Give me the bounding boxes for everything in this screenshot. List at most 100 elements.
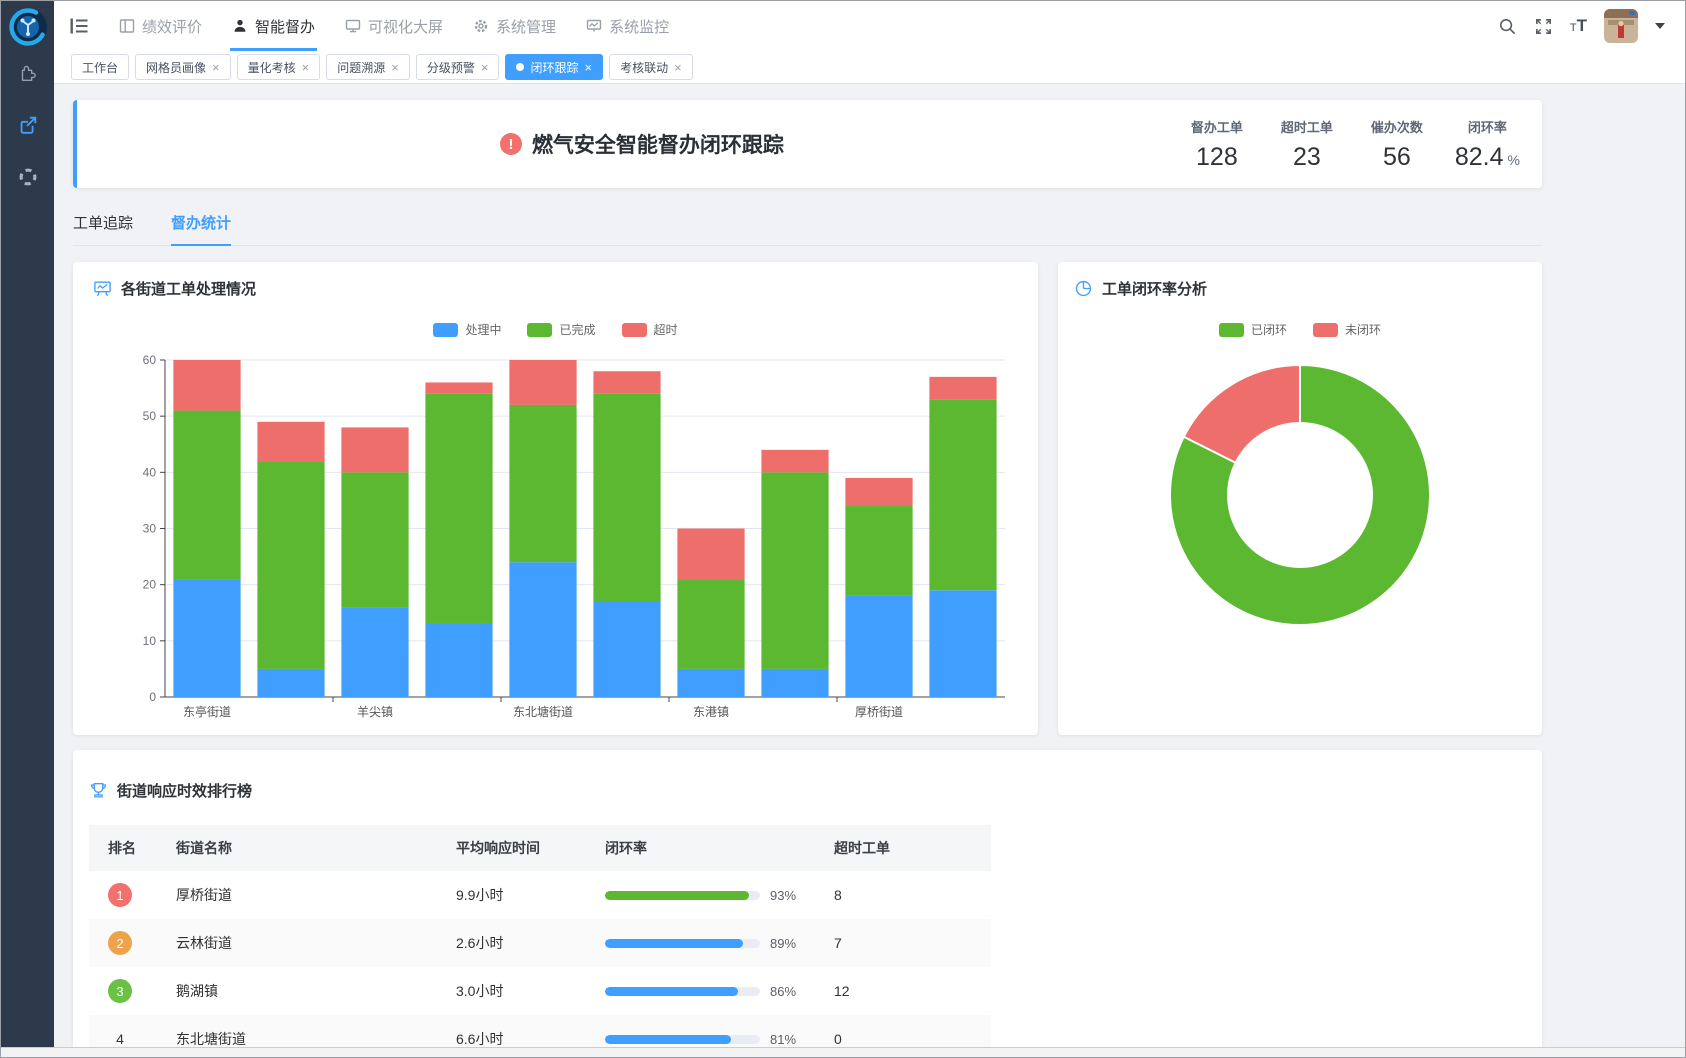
presentation-chart-icon — [93, 279, 112, 298]
rank-badge: 1 — [108, 883, 132, 907]
hamburger-icon — [68, 15, 90, 37]
subtab-work-order-tracking[interactable]: 工单追踪 — [73, 212, 133, 245]
close-icon[interactable]: × — [584, 61, 592, 74]
stat-closure-rate: 闭环率 82.4% — [1455, 117, 1520, 172]
bar-segment[interactable] — [257, 461, 324, 669]
avg-response: 2.6小时 — [437, 919, 586, 967]
donut-chart[interactable] — [1074, 350, 1526, 640]
legend-item[interactable]: 已完成 — [527, 321, 595, 338]
y-axis-label: 30 — [143, 522, 157, 536]
nav-visual-screen[interactable]: 可视化大屏 — [330, 1, 458, 51]
bar-segment[interactable] — [257, 422, 324, 461]
search-button[interactable] — [1498, 17, 1517, 36]
close-icon[interactable]: × — [391, 61, 399, 74]
donut-chart-title: 工单闭环率分析 — [1102, 278, 1207, 299]
bar-segment[interactable] — [425, 382, 492, 393]
app-logo[interactable] — [8, 7, 48, 47]
bar-segment[interactable] — [341, 472, 408, 607]
tab-hierarchical-warning[interactable]: 分级预警 × — [416, 54, 500, 80]
bar-segment[interactable] — [173, 579, 240, 697]
bar-segment[interactable] — [677, 579, 744, 669]
tab-assessment-linkage[interactable]: 考核联动 × — [609, 54, 693, 80]
legend-label: 处理中 — [465, 321, 501, 338]
bar-segment[interactable] — [677, 529, 744, 580]
stat-value: 128 — [1185, 143, 1249, 172]
bar-segment[interactable] — [509, 562, 576, 697]
stat-label: 督办工单 — [1185, 117, 1249, 136]
font-size-button[interactable]: TT — [1570, 17, 1587, 35]
bar-segment[interactable] — [845, 506, 912, 596]
legend-item[interactable]: 已闭环 — [1219, 321, 1287, 338]
legend-swatch — [433, 323, 458, 337]
tab-label: 分级预警 — [427, 59, 475, 76]
sidebar-item-puzzle[interactable] — [1, 47, 54, 99]
user-avatar[interactable] — [1604, 9, 1638, 43]
legend-item[interactable]: 处理中 — [433, 321, 501, 338]
bar-segment[interactable] — [929, 399, 996, 590]
table-row: 2 云林街道 2.6小时 89% 7 — [89, 919, 991, 967]
collapse-menu-button[interactable] — [68, 15, 90, 37]
col-closure-rate: 闭环率 — [586, 825, 815, 871]
bar-segment[interactable] — [509, 405, 576, 562]
overtime-count: 8 — [815, 871, 991, 919]
bar-segment[interactable] — [761, 450, 828, 472]
x-axis-label: 羊尖镇 — [357, 704, 393, 718]
bar-segment[interactable] — [341, 607, 408, 697]
user-icon — [232, 18, 248, 34]
bar-segment[interactable] — [929, 377, 996, 399]
close-icon[interactable]: × — [481, 61, 489, 74]
nav-system-management[interactable]: 系统管理 — [458, 1, 571, 51]
bar-segment[interactable] — [341, 427, 408, 472]
bar-segment[interactable] — [173, 411, 240, 580]
bar-segment[interactable] — [761, 472, 828, 669]
stat-value: 56 — [1365, 143, 1429, 172]
subtab-supervision-statistics[interactable]: 督办统计 — [171, 212, 231, 246]
tab-label: 闭环跟踪 — [530, 59, 578, 76]
progress-label: 81% — [770, 1032, 796, 1047]
sidebar-item-target[interactable] — [1, 151, 54, 203]
close-icon[interactable]: × — [302, 61, 310, 74]
bar-segment[interactable] — [593, 394, 660, 602]
horizontal-scrollbar[interactable] — [1, 1047, 1685, 1057]
x-axis-label: 东北塘街道 — [513, 704, 573, 718]
fullscreen-button[interactable] — [1534, 17, 1553, 36]
alert-icon: ! — [500, 133, 522, 155]
bar-segment[interactable] — [257, 669, 324, 697]
y-axis-label: 10 — [143, 634, 157, 648]
nav-performance-evaluation[interactable]: 绩效评价 — [104, 1, 217, 51]
monitor-chart-icon — [586, 18, 602, 34]
close-icon[interactable]: × — [674, 61, 682, 74]
bar-segment[interactable] — [173, 360, 240, 411]
bar-segment[interactable] — [593, 371, 660, 393]
nav-smart-supervision[interactable]: 智能督办 — [217, 1, 330, 51]
legend-item[interactable]: 未闭环 — [1313, 321, 1381, 338]
bar-segment[interactable] — [425, 394, 492, 624]
progress-track — [605, 1035, 760, 1044]
bar-segment[interactable] — [593, 602, 660, 697]
legend-swatch — [1219, 323, 1244, 337]
bar-segment[interactable] — [845, 478, 912, 506]
sidebar-item-external-link[interactable] — [1, 99, 54, 151]
tab-problem-tracing[interactable]: 问题溯源 × — [326, 54, 410, 80]
bar-segment[interactable] — [761, 669, 828, 697]
stat-unit: % — [1508, 152, 1520, 168]
x-axis-label: 厚桥街道 — [855, 705, 903, 718]
bar-segment[interactable] — [509, 360, 576, 405]
tab-workbench[interactable]: 工作台 — [71, 54, 129, 80]
bar-segment[interactable] — [425, 624, 492, 697]
nav-system-monitor[interactable]: 系统监控 — [571, 1, 684, 51]
tab-grid-member-profile[interactable]: 网格员画像 × — [135, 54, 231, 80]
tab-quantitative-assessment[interactable]: 量化考核 × — [237, 54, 321, 80]
caret-down-icon[interactable] — [1655, 23, 1665, 29]
stat-value: 82.4% — [1455, 143, 1520, 172]
tab-closed-loop-tracking[interactable]: 闭环跟踪 × — [505, 54, 603, 80]
close-icon[interactable]: × — [212, 61, 220, 74]
bar-segment[interactable] — [845, 596, 912, 697]
bar-segment[interactable] — [677, 669, 744, 697]
tab-label: 问题溯源 — [337, 59, 385, 76]
stacked-bar-chart[interactable]: 0102030405060东亭街道羊尖镇东北塘街道东港镇厚桥街道 — [93, 346, 1018, 718]
app-window: 绩效评价 智能督办 可视化大屏 — [0, 0, 1686, 1058]
bar-segment[interactable] — [929, 590, 996, 697]
street-orders-chart-card: 各街道工单处理情况 处理中已完成超时 0102030405060东亭街道羊尖镇东… — [73, 262, 1038, 735]
legend-item[interactable]: 超时 — [622, 321, 678, 338]
